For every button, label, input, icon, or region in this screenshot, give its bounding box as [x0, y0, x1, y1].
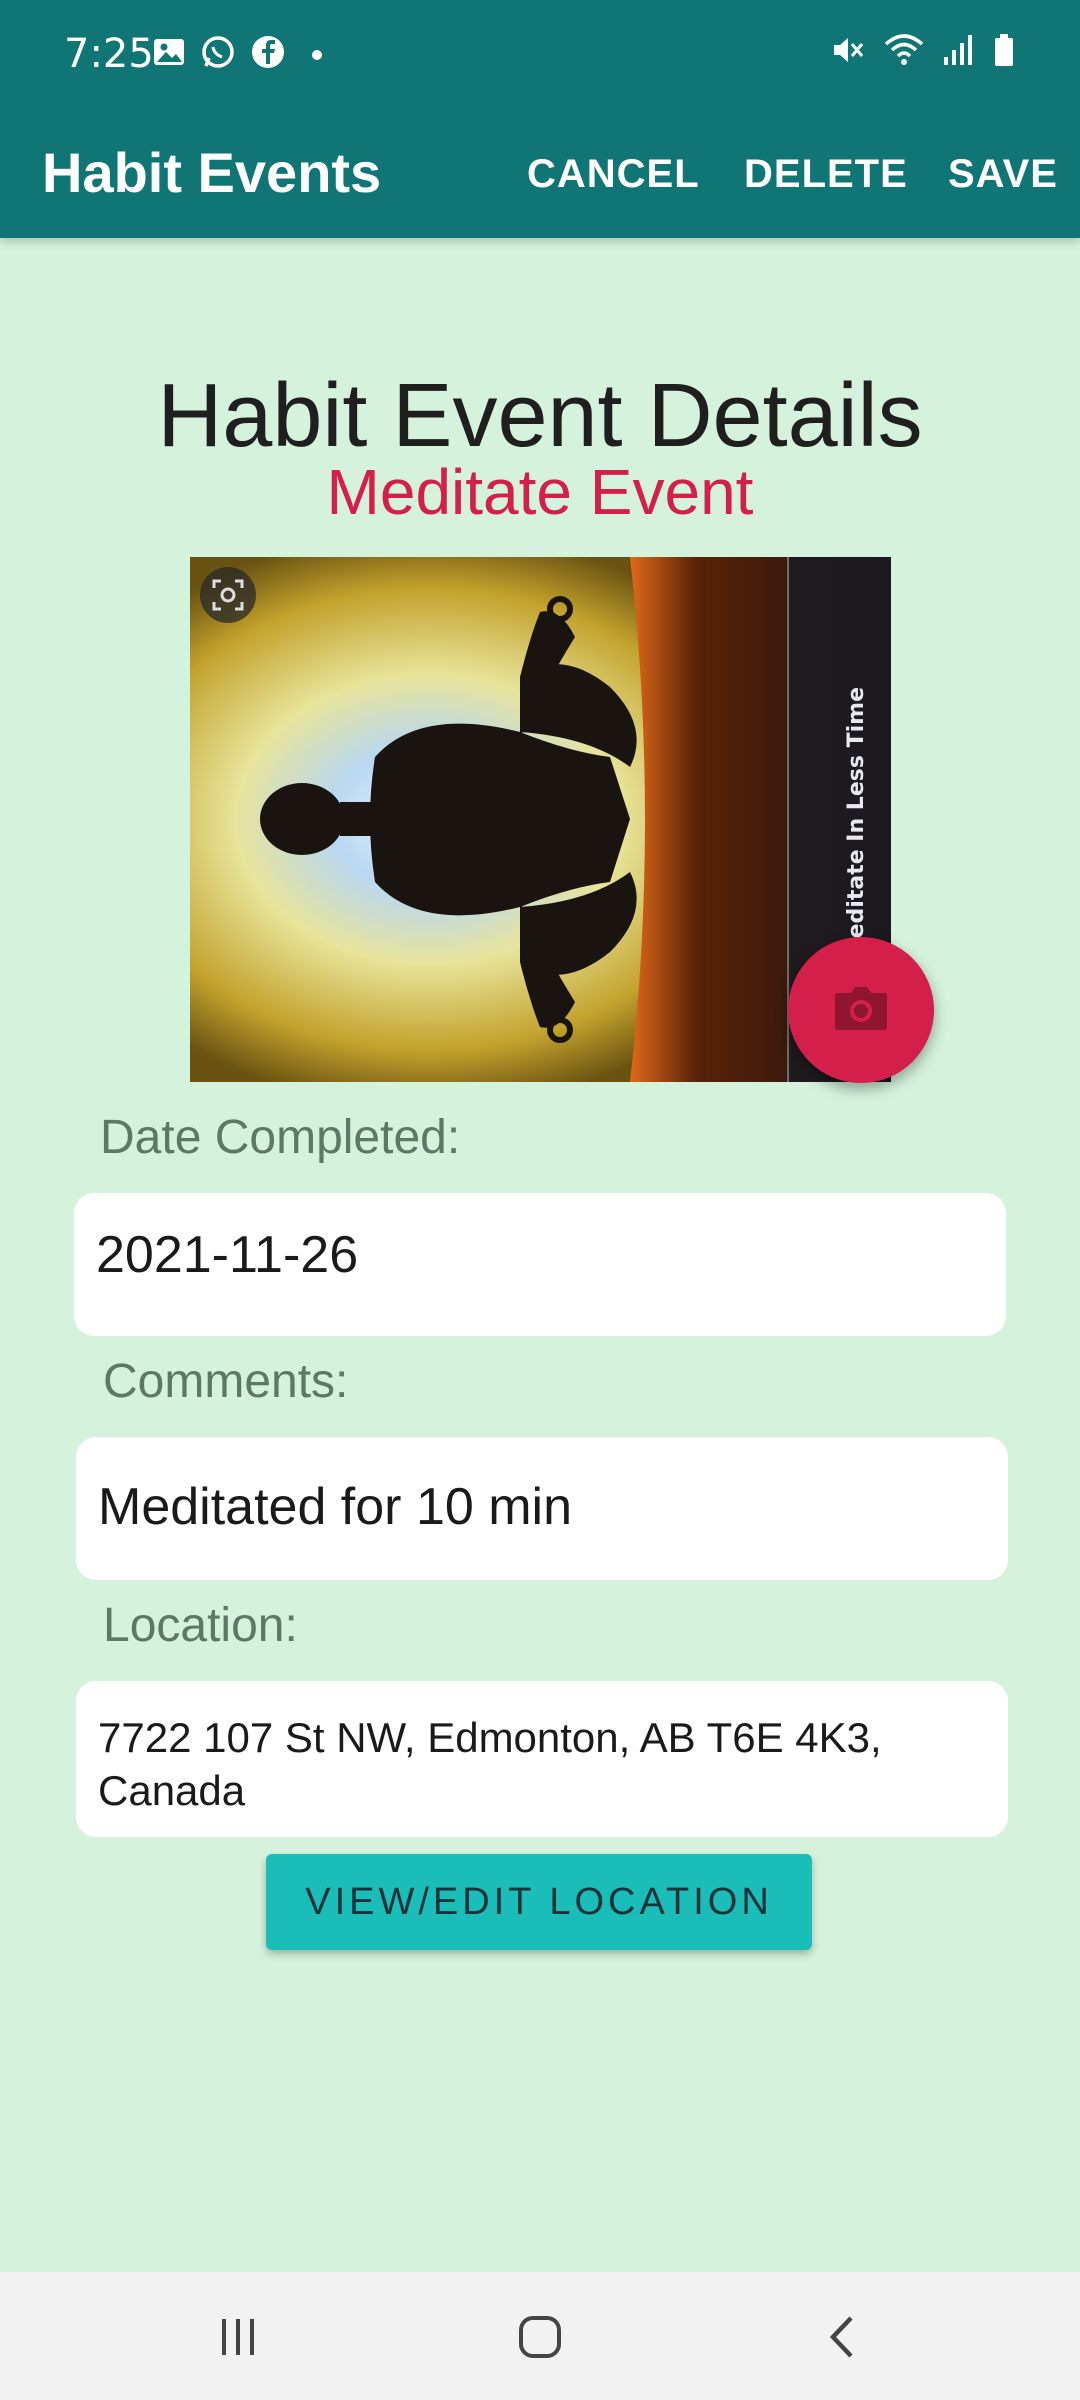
gallery-icon [152, 35, 186, 74]
cancel-button[interactable]: CANCEL [527, 144, 700, 204]
focus-icon[interactable] [200, 567, 256, 623]
app-title: Habit Events [42, 141, 382, 204]
mute-icon [830, 32, 866, 73]
save-button[interactable]: SAVE [948, 144, 1058, 204]
status-time: 7:25 [64, 31, 154, 77]
whatsapp-icon [200, 34, 236, 75]
home-icon[interactable] [500, 2302, 580, 2372]
comments-label: Comments: [103, 1355, 349, 1408]
notification-icons [152, 34, 322, 75]
camera-icon [834, 985, 888, 1036]
recent-apps-icon[interactable] [198, 2302, 278, 2372]
meditation-silhouette-image [190, 557, 891, 1082]
comments-field[interactable]: Meditated for 10 min [76, 1437, 1008, 1580]
location-field: 7722 107 St NW, Edmonton, AB T6E 4K3, Ca… [76, 1681, 1008, 1837]
date-completed-label: Date Completed: [100, 1111, 461, 1164]
app-bar: Habit Events CANCEL DELETE SAVE [0, 108, 1080, 238]
navigation-bar [0, 2272, 1080, 2400]
wifi-icon [884, 32, 924, 73]
delete-button[interactable]: DELETE [744, 144, 908, 204]
habit-name: Meditate Event [326, 456, 754, 528]
location-label: Location: [103, 1599, 298, 1652]
facebook-icon [250, 34, 286, 75]
view-edit-location-button[interactable]: VIEW/EDIT LOCATION [266, 1854, 812, 1950]
battery-icon [992, 32, 1016, 73]
back-icon[interactable] [802, 2302, 882, 2372]
status-bar: 7:25 [0, 0, 1080, 108]
system-icons [830, 32, 1016, 73]
location-line-2: Canada [98, 1767, 246, 1814]
signal-icon [942, 33, 974, 72]
habit-event-photo[interactable]: o Meditate In Less Time [190, 557, 891, 1082]
dot-icon [312, 49, 322, 60]
date-completed-field[interactable]: 2021-11-26 [74, 1193, 1006, 1336]
location-line-1: 7722 107 St NW, Edmonton, AB T6E 4K3, [98, 1714, 882, 1761]
camera-button[interactable] [788, 937, 934, 1083]
